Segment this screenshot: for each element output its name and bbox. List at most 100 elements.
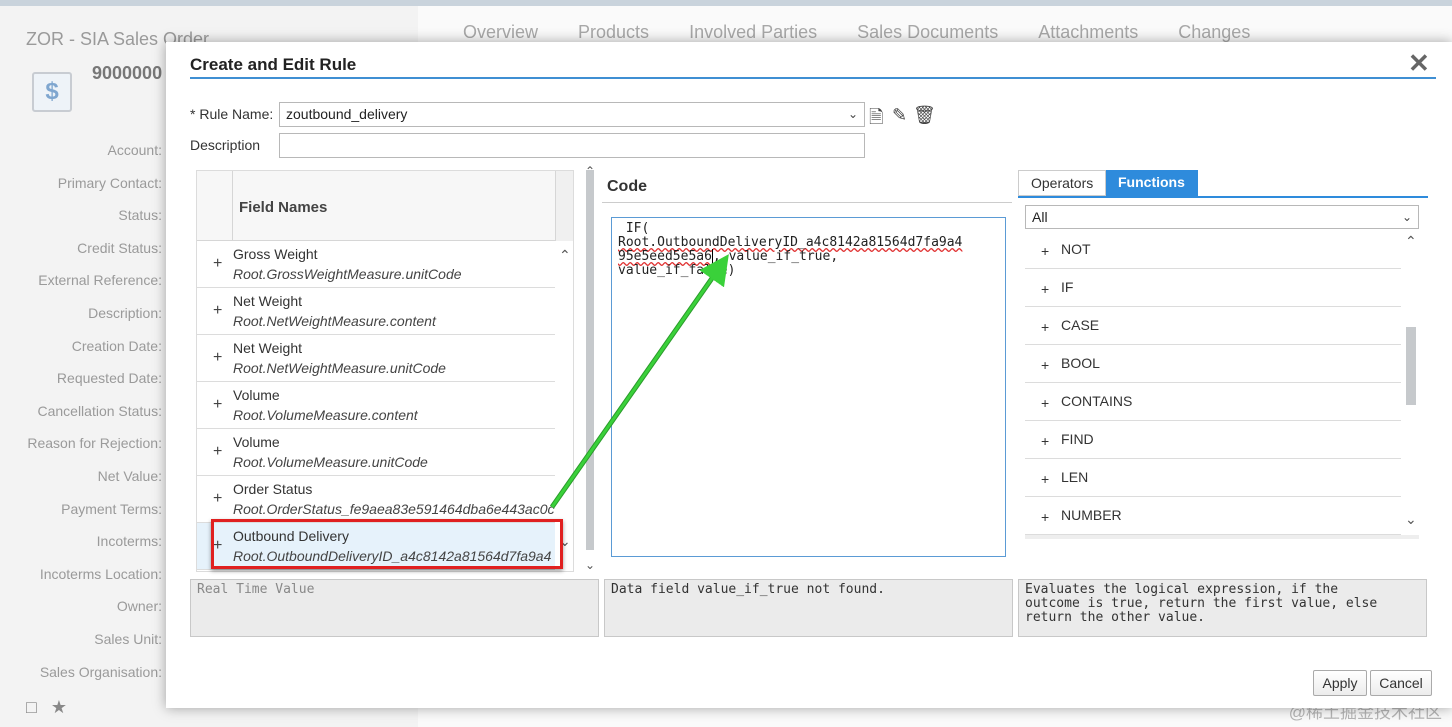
field-path: Root.OrderStatus_fe9aea83e591464dba6e443…	[233, 501, 555, 517]
rule-dialog: Create and Edit Rule ✕ * Rule Name: zout…	[166, 42, 1452, 708]
rule-name-label: * Rule Name:	[190, 106, 274, 122]
header-field-label: Payment Terms:	[61, 500, 162, 517]
plus-icon[interactable]: +	[1041, 395, 1049, 411]
object-tab[interactable]: Changes	[1178, 22, 1250, 43]
function-name: FIND	[1061, 431, 1094, 447]
function-name: IF	[1061, 279, 1074, 295]
field-names-title: Field Names	[239, 199, 328, 216]
header-field-label: Sales Organisation:	[39, 663, 162, 680]
object-tab[interactable]: Sales Documents	[857, 22, 998, 43]
code-token: , value_if_true,	[712, 249, 839, 264]
rule-name-select[interactable]: zoutbound_delivery ⌄	[279, 102, 865, 127]
function-item[interactable]: + LEN	[1025, 459, 1401, 497]
object-tab[interactable]: Attachments	[1038, 22, 1138, 43]
tab-operators[interactable]: Operators	[1018, 170, 1106, 196]
function-list: + NOT + IF + CASE + BOOL + CONTAINS + FIND + LEN + NUMB…	[1025, 231, 1401, 535]
edit-pencil-icon[interactable]: ✎	[892, 105, 907, 126]
field-name: Net Weight	[233, 340, 302, 356]
function-item[interactable]: + CONTAINS	[1025, 383, 1401, 421]
plus-icon[interactable]: +	[213, 349, 222, 367]
function-item[interactable]: + NOT	[1025, 231, 1401, 269]
header-field-label: Account:	[107, 142, 162, 158]
object-tab[interactable]: Involved Parties	[689, 22, 817, 43]
plus-icon[interactable]: +	[1041, 243, 1049, 259]
object-tab[interactable]: Products	[578, 22, 649, 43]
description-input[interactable]	[279, 133, 865, 158]
chevron-up-icon[interactable]: ⌃	[559, 247, 571, 264]
code-line: value_if_false)	[618, 263, 736, 278]
function-item[interactable]: + IF	[1025, 269, 1401, 307]
function-item[interactable]: + BOOL	[1025, 345, 1401, 383]
scroll-thumb[interactable]	[1406, 327, 1416, 405]
header-field-label: Creation Date:	[71, 337, 162, 354]
field-row[interactable]: + Net Weight Root.NetWeightMeasure.content	[197, 288, 555, 335]
apply-button[interactable]: Apply	[1313, 670, 1367, 696]
plus-icon[interactable]: +	[1041, 319, 1049, 335]
panel-splitter[interactable]	[586, 170, 594, 550]
cancel-button[interactable]: Cancel	[1370, 670, 1432, 696]
title-underline	[190, 77, 1436, 79]
code-title: Code	[607, 178, 647, 195]
function-filter-value: All	[1032, 209, 1048, 225]
header-field-label: External Reference:	[38, 272, 162, 289]
chevron-down-icon[interactable]: ⌄	[585, 558, 595, 572]
tab-underline	[1018, 196, 1428, 198]
plus-icon[interactable]: +	[213, 255, 222, 273]
function-item[interactable]: + CASE	[1025, 307, 1401, 345]
function-list-footer	[1025, 535, 1419, 539]
field-path: Root.GrossWeightMeasure.unitCode	[233, 266, 462, 282]
message-panel: Data field value_if_true not found.	[604, 579, 1013, 637]
function-name: BOOL	[1061, 355, 1100, 371]
plus-icon[interactable]: +	[213, 443, 222, 461]
field-name: Order Status	[233, 481, 313, 497]
function-name: CONTAINS	[1061, 393, 1133, 409]
plus-icon[interactable]: +	[1041, 509, 1049, 525]
plus-icon[interactable]: +	[1041, 357, 1049, 373]
star-icon[interactable]: ★	[51, 697, 67, 718]
object-tab[interactable]: Overview	[463, 22, 538, 43]
code-editor[interactable]: IF( Root.OutboundDeliveryID_a4c8142a8156…	[611, 217, 1006, 557]
plus-icon[interactable]: +	[1041, 433, 1049, 449]
field-name: Net Weight	[233, 293, 302, 309]
field-path: Root.VolumeMeasure.unitCode	[233, 454, 428, 470]
help-line: Evaluates the logical expression, if the	[1025, 582, 1339, 597]
plus-icon[interactable]: +	[213, 396, 222, 414]
plus-icon[interactable]: +	[1041, 471, 1049, 487]
chevron-down-icon[interactable]: ⌄	[1402, 210, 1412, 224]
field-path: Root.NetWeightMeasure.content	[233, 313, 436, 329]
comment-icon[interactable]: □	[26, 697, 37, 718]
rule-name-value: zoutbound_delivery	[286, 106, 408, 122]
header-scroll-spacer	[555, 171, 573, 241]
function-filter-select[interactable]: All ⌄	[1025, 205, 1419, 229]
close-icon[interactable]: ✕	[1408, 48, 1430, 79]
function-help-panel: Evaluates the logical expression, if the…	[1018, 579, 1427, 637]
delete-trash-icon[interactable]: 🗑	[913, 105, 936, 126]
header-field-label: Net Value:	[97, 467, 162, 484]
real-time-value-panel[interactable]: Real Time Value	[190, 579, 599, 637]
help-line: return the other value.	[1025, 610, 1206, 625]
chevron-down-icon[interactable]: ⌄	[848, 107, 858, 121]
header-spacer	[197, 171, 233, 241]
function-name: NOT	[1061, 241, 1091, 257]
function-item[interactable]: + NUMBER	[1025, 497, 1401, 535]
field-row[interactable]: + Net Weight Root.NetWeightMeasure.unitCod…	[197, 335, 555, 382]
chevron-down-icon[interactable]: ⌄	[1405, 511, 1417, 528]
header-field-label: Cancellation Status:	[37, 402, 162, 419]
plus-icon[interactable]: +	[213, 490, 222, 508]
tab-functions[interactable]: Functions	[1106, 170, 1198, 196]
plus-icon[interactable]: +	[213, 302, 222, 320]
field-row[interactable]: + Gross Weight Root.GrossWeightMeasure.uni…	[197, 241, 555, 288]
field-row[interactable]: + Volume Root.VolumeMeasure.content	[197, 382, 555, 429]
code-line: IF(	[618, 221, 650, 236]
object-tabs: Overview Products Involved Parties Sales Do…	[463, 22, 1250, 43]
function-item[interactable]: + FIND	[1025, 421, 1401, 459]
field-row[interactable]: + Volume Root.VolumeMeasure.unitCode	[197, 429, 555, 476]
chevron-up-icon[interactable]: ⌃	[1405, 233, 1417, 250]
help-line: outcome is true, return the first value,…	[1025, 596, 1378, 611]
plus-icon[interactable]: +	[1041, 281, 1049, 297]
function-scrollbar[interactable]: ⌃ ⌄	[1403, 231, 1419, 535]
code-token: 95e5eed5e5a6	[618, 249, 713, 264]
new-rule-icon[interactable]: 🗎	[869, 105, 883, 135]
field-row[interactable]: + Order Status Root.OrderStatus_fe9aea83e5…	[197, 476, 555, 523]
field-path: Root.NetWeightMeasure.unitCode	[233, 360, 446, 376]
